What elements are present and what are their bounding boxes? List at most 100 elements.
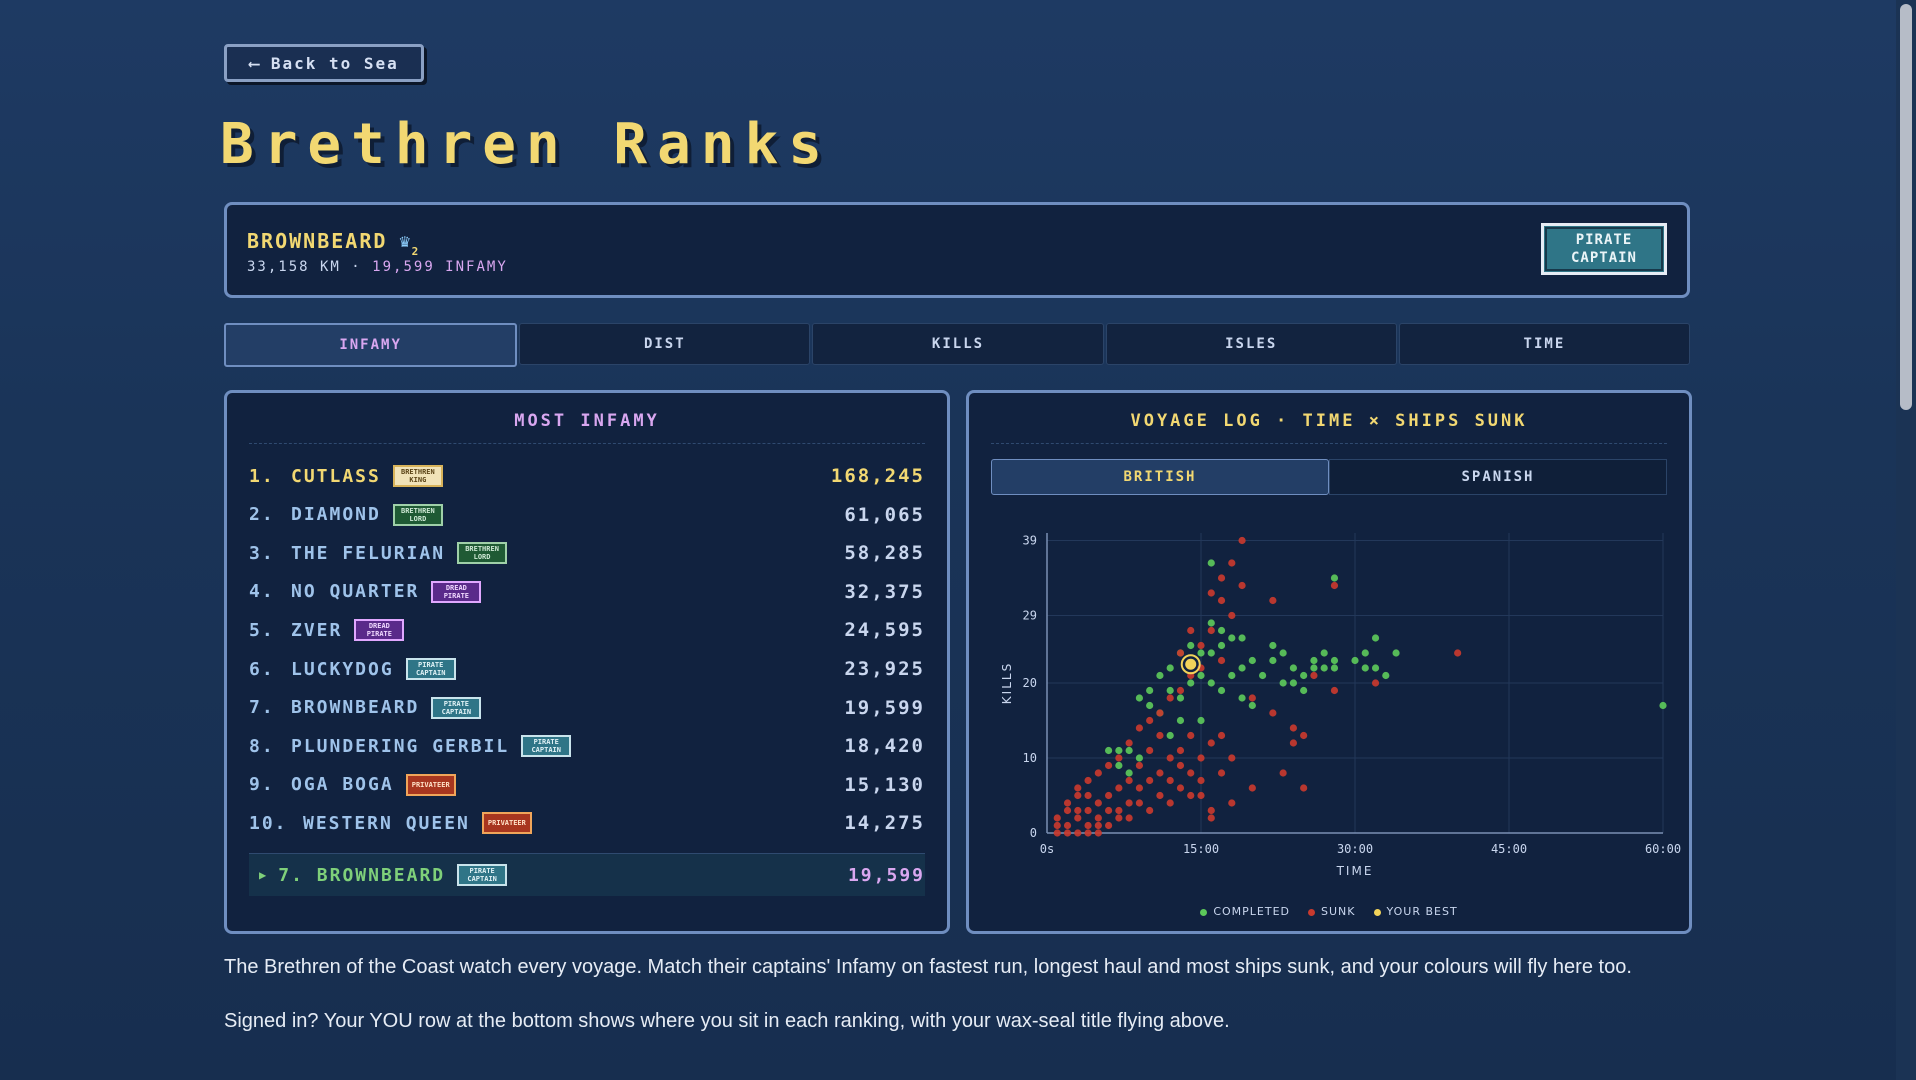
player-stats: 33,158 KM · 19,599 INFAMY xyxy=(247,259,508,275)
sunk-point xyxy=(1228,754,1236,762)
player-card: BROWNBEARD ♛ 2 33,158 KM · 19,599 INFAMY … xyxy=(224,202,1690,298)
sunk-point xyxy=(1454,649,1462,657)
completed-point xyxy=(1207,649,1215,657)
completed-point xyxy=(1310,664,1318,672)
completed-point xyxy=(1361,649,1369,657)
row-value: 18,420 xyxy=(844,735,925,758)
row-title-badge: PRIVATEER xyxy=(405,773,456,796)
sunk-point xyxy=(1156,769,1164,777)
sunk-point xyxy=(1063,806,1072,815)
sunk-point xyxy=(1063,829,1072,837)
leaderboard-row[interactable]: 6. LUCKYDOG PIRATE CAPTAIN 23,925 xyxy=(249,650,925,688)
you-row[interactable]: ▶ 7. BROWNBEARD PIRATE CAPTAIN 19,599 xyxy=(249,853,925,896)
sunk-point xyxy=(1074,791,1082,800)
y-tick-label: 29 xyxy=(1023,609,1037,623)
completed-point xyxy=(1217,641,1226,650)
leaderboard-row[interactable]: 2. DIAMOND BRETHREN LORD 61,065 xyxy=(249,496,925,534)
tab-infamy[interactable]: INFAMY xyxy=(224,323,518,367)
voyage-scatter-chart: 0s 15:00 30:00 45:00 60:00 0 10 20 29 39 TIME KILLS xyxy=(1000,533,1681,878)
sunk-point xyxy=(1146,806,1154,815)
x-tick-label: 15:00 xyxy=(1183,842,1219,856)
page-scrollbar[interactable] xyxy=(1896,0,1916,1080)
sunk-point xyxy=(1135,799,1143,807)
sunk-point xyxy=(1105,791,1113,800)
back-to-sea-button[interactable]: ⟵ Back to Sea xyxy=(224,44,424,82)
legend-completed-dot xyxy=(1200,908,1208,916)
legend-sunk: SUNK xyxy=(1308,905,1355,918)
tab-british[interactable]: BRITISH xyxy=(991,459,1329,495)
completed-point xyxy=(1187,679,1195,687)
leaderboard-row[interactable]: 7. BROWNBEARD PIRATE CAPTAIN 19,599 xyxy=(249,689,925,727)
sunk-point xyxy=(1187,731,1195,740)
completed-point xyxy=(1207,619,1215,627)
page-title: Brethren Ranks xyxy=(220,112,833,177)
sunk-point xyxy=(1197,754,1205,762)
leaderboard-row[interactable]: 8. PLUNDERING GERBIL PIRATE CAPTAIN 18,420 xyxy=(249,727,925,765)
leaderboard-row[interactable]: 10. WESTERN QUEEN PRIVATEER 14,275 xyxy=(249,804,925,842)
leaderboard-row[interactable]: 5. ZVER DREAD PIRATE 24,595 xyxy=(249,611,925,649)
tab-time[interactable]: TIME xyxy=(1398,323,1691,365)
row-value: 24,595 xyxy=(844,619,925,642)
sunk-point xyxy=(1289,739,1297,747)
row-title-badge: PIRATE CAPTAIN xyxy=(405,658,456,680)
leaderboard-row[interactable]: 3. THE FELURIAN BRETHREN LORD 58,285 xyxy=(249,534,925,572)
x-tick-label: 45:00 xyxy=(1491,842,1527,856)
sunk-point xyxy=(1176,761,1185,770)
leaderboard-row[interactable]: 1. CUTLASS BRETHREN KING 168,245 xyxy=(249,457,925,495)
sunk-point xyxy=(1146,746,1154,755)
completed-point xyxy=(1320,664,1328,672)
completed-point xyxy=(1146,701,1154,710)
completed-point xyxy=(1238,694,1246,702)
sunk-point xyxy=(1084,829,1092,837)
sunk-point xyxy=(1125,814,1133,822)
chart-legend: COMPLETED SUNK YOUR BEST xyxy=(969,905,1689,918)
completed-point xyxy=(1135,694,1143,702)
player-infamy: 19,599 INFAMY xyxy=(372,259,508,275)
completed-point xyxy=(1166,686,1174,695)
row-value: 168,245 xyxy=(830,465,925,487)
player-name-row: BROWNBEARD ♛ 2 xyxy=(247,229,418,258)
sunk-point xyxy=(1300,731,1308,740)
row-rank: 7. xyxy=(249,697,275,719)
sunk-point xyxy=(1228,611,1236,620)
sunk-point xyxy=(1094,814,1102,822)
legend-sunk-label: SUNK xyxy=(1321,905,1356,918)
sunk-point xyxy=(1074,784,1082,792)
completed-point xyxy=(1279,649,1287,657)
sunk-point xyxy=(1094,769,1102,777)
row-value: 58,285 xyxy=(844,542,925,565)
sunk-point xyxy=(1166,694,1174,702)
sunk-point xyxy=(1228,559,1236,567)
completed-point xyxy=(1217,686,1226,695)
tab-dist[interactable]: DIST xyxy=(519,323,811,365)
row-player-name: WESTERN QUEEN xyxy=(303,812,470,834)
tab-kills[interactable]: KILLS xyxy=(812,323,1104,365)
completed-point xyxy=(1320,649,1328,657)
sunk-point xyxy=(1310,671,1318,680)
scrollbar-thumb[interactable] xyxy=(1900,4,1912,410)
row-player-name: LUCKYDOG xyxy=(291,658,394,680)
sunk-point xyxy=(1146,776,1154,785)
sunk-point xyxy=(1248,784,1256,792)
completed-point xyxy=(1238,664,1246,672)
sunk-point xyxy=(1207,589,1215,597)
row-value: 23,925 xyxy=(844,658,925,680)
row-rank: 5. xyxy=(249,619,275,641)
tab-isles[interactable]: ISLES xyxy=(1105,323,1397,365)
y-tick-label: 39 xyxy=(1023,534,1037,548)
leaderboard-row[interactable]: 4. NO QUARTER DREAD PIRATE 32,375 xyxy=(249,573,925,611)
sunk-point xyxy=(1074,814,1082,822)
sunk-point xyxy=(1105,806,1113,815)
y-tick-label: 0 xyxy=(1030,826,1037,840)
row-value: 19,599 xyxy=(844,696,925,719)
tab-spanish[interactable]: SPANISH xyxy=(1329,459,1667,495)
x-axis-title: TIME xyxy=(1336,864,1374,878)
y-tick-label: 10 xyxy=(1023,751,1037,765)
completed-point xyxy=(1217,626,1226,635)
row-player-name: ZVER xyxy=(291,619,343,641)
sunk-point xyxy=(1063,799,1072,807)
row-player-name: DIAMOND xyxy=(291,504,381,526)
y-axis-title: KILLS xyxy=(1000,662,1014,704)
leaderboard-row[interactable]: 9. OGA BOGA PRIVATEER 15,130 xyxy=(249,766,925,804)
legend-sunk-dot xyxy=(1308,908,1316,916)
